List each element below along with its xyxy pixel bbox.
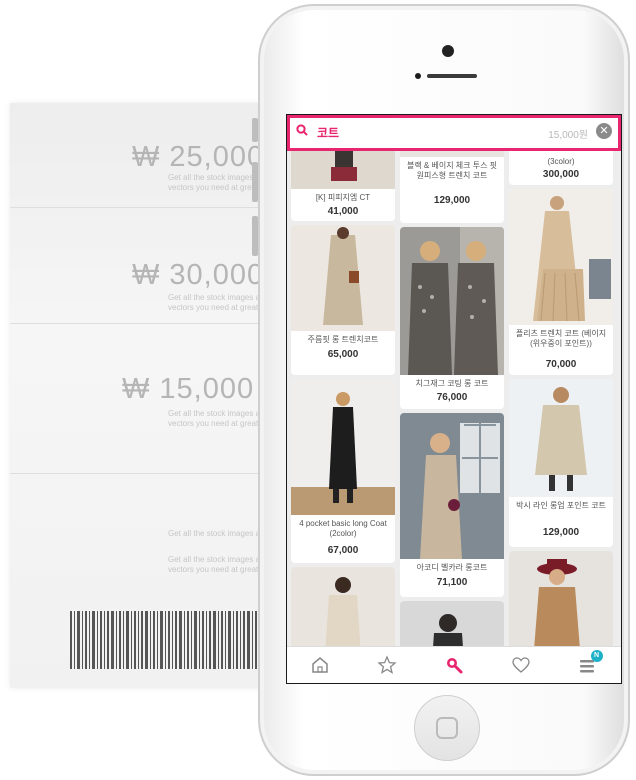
phone-frame: 코트 15,000원 ✕ [K] 피피지엠 CT 41,000 주름핏 롱 트렌… [252, 4, 630, 776]
product-name: 아코디 벨카라 롱코트 [416, 563, 488, 572]
app-screen: 코트 15,000원 ✕ [K] 피피지엠 CT 41,000 주름핏 롱 트렌… [286, 114, 622, 684]
nav-search[interactable] [439, 650, 469, 680]
product-price: 67,000 [327, 545, 359, 556]
product-name: 4 pocket basic long Coat (2color) [299, 519, 387, 538]
product-card[interactable]: 박시 라인 롱업 포인트 코트 129,000 [509, 379, 613, 547]
product-name: 주름핏 롱 트렌치코트 [307, 335, 379, 344]
product-price: 129,000 [542, 527, 580, 538]
price-amount: ₩ 15,000 [122, 373, 255, 405]
home-button[interactable] [414, 695, 480, 761]
search-icon [296, 124, 308, 136]
product-price: 65,000 [327, 349, 359, 360]
nav-menu[interactable]: N [573, 650, 603, 680]
nav-favorites[interactable] [372, 650, 402, 680]
home-icon [312, 657, 329, 673]
star-icon [377, 655, 397, 674]
product-name: 박시 라인 롱업 포인트 코트 [516, 501, 606, 510]
notification-badge: N [590, 650, 603, 662]
volume-down-button [252, 216, 258, 256]
product-image [291, 379, 395, 515]
product-image [400, 227, 504, 375]
price-filter: 15,000원 [548, 130, 588, 141]
price-amount: ₩ 30,000 [132, 259, 265, 291]
product-image [400, 413, 504, 559]
price-amount: ₩ 25,000 [132, 141, 265, 173]
product-price: 300,000 [542, 169, 580, 180]
search-query[interactable]: 코트 [317, 124, 339, 141]
nav-home[interactable] [305, 650, 335, 680]
product-card[interactable]: 4 pocket basic long Coat (2color) 67,000 [291, 379, 395, 563]
product-name: 블랙 & 베이지 체크 투스 핏 원피스형 트렌치 코트 [406, 161, 498, 180]
speaker-grill [400, 72, 492, 80]
product-price: 76,000 [436, 392, 468, 403]
product-name: [K] 피피지엠 CT [315, 193, 371, 202]
product-name: 치그재그 코팅 롱 코트 [415, 379, 489, 388]
product-card[interactable]: 플리츠 트렌치 코트 (베이지 (위우중이 포인트)) 70,000 [509, 189, 613, 375]
mute-switch [252, 118, 258, 142]
volume-up-button [252, 162, 258, 202]
product-image [509, 189, 613, 325]
product-card[interactable]: 주름핏 롱 트렌치코트 65,000 [291, 225, 395, 375]
search-bar[interactable]: 코트 15,000원 ✕ [287, 115, 621, 151]
product-card[interactable]: 치그재그 코팅 롱 코트 76,000 [400, 227, 504, 409]
bottom-nav: N [287, 646, 621, 683]
nav-likes[interactable] [506, 650, 536, 680]
product-card[interactable]: 아코디 벨카라 롱코트 71,100 [400, 413, 504, 597]
product-price: 70,000 [545, 359, 577, 370]
front-camera [442, 45, 454, 57]
clear-icon[interactable]: ✕ [596, 123, 612, 139]
search-icon [446, 658, 463, 674]
product-price: 71,100 [436, 577, 468, 588]
product-image [509, 379, 613, 497]
product-name: 플리츠 트렌치 코트 (베이지 (위우중이 포인트)) [515, 329, 607, 348]
product-price: 41,000 [327, 206, 359, 217]
barcode [70, 611, 265, 669]
product-price: 129,000 [433, 195, 471, 206]
heart-icon [512, 657, 530, 673]
product-image [291, 225, 395, 331]
product-name: (3color) [547, 157, 575, 166]
